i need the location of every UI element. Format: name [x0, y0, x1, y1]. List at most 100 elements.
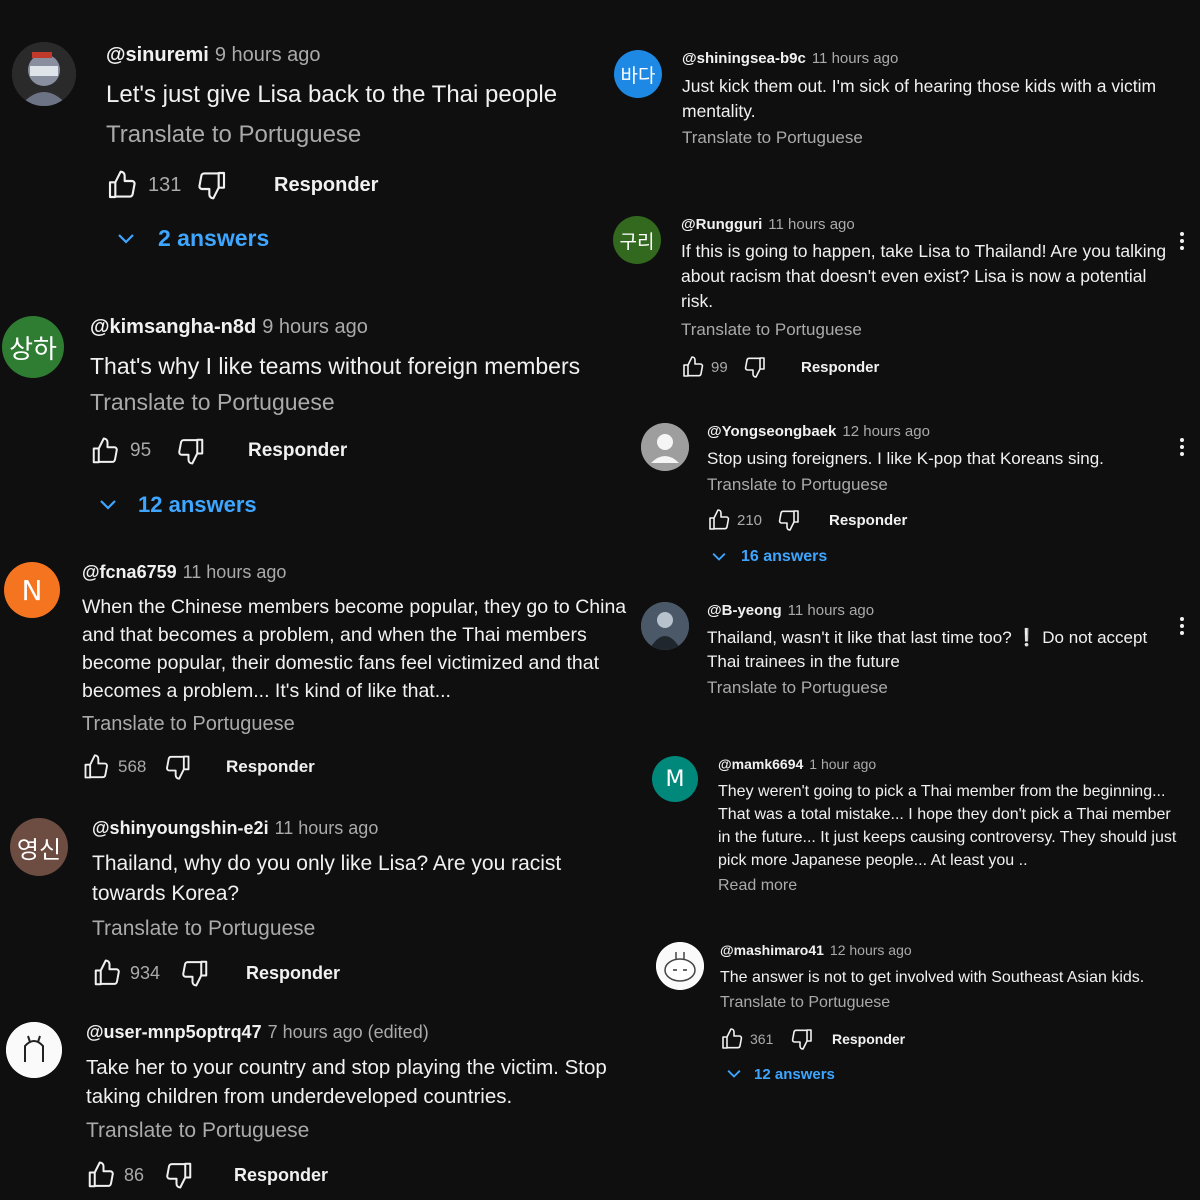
comment-author[interactable]: @mashimaro41: [720, 942, 824, 958]
like-button[interactable]: [82, 753, 110, 781]
translate-link[interactable]: Translate to Portuguese: [707, 475, 1177, 495]
avatar-initials: 상하: [9, 334, 57, 365]
comment-time[interactable]: 9 hours ago: [262, 316, 368, 338]
avatar[interactable]: 영신: [10, 818, 68, 876]
more-options-icon[interactable]: [1180, 617, 1184, 635]
dislike-button[interactable]: [164, 1160, 194, 1190]
translate-link[interactable]: Translate to Portuguese: [86, 1119, 631, 1143]
comment-author[interactable]: @mamk6694: [718, 756, 803, 772]
more-options-icon[interactable]: [1180, 438, 1184, 456]
avatar-initials: 구리: [619, 230, 655, 253]
dislike-button[interactable]: [180, 958, 210, 988]
comment-time[interactable]: 11 hours ago: [183, 562, 287, 582]
replies-toggle[interactable]: 16 answers: [709, 547, 1177, 567]
reply-button[interactable]: Responder: [234, 1165, 328, 1186]
reply-button[interactable]: Responder: [226, 757, 315, 777]
translate-link[interactable]: Translate to Portuguese: [682, 128, 1182, 148]
avatar-image-icon: [12, 42, 76, 106]
avatar[interactable]: M: [652, 756, 698, 802]
dislike-button[interactable]: [164, 753, 192, 781]
like-count: 131: [148, 173, 182, 196]
dislike-button[interactable]: [743, 355, 767, 379]
comment-author[interactable]: @B-yeong: [707, 602, 782, 619]
reply-button[interactable]: Responder: [829, 512, 907, 529]
avatar[interactable]: 바다: [614, 50, 662, 98]
replies-toggle[interactable]: 12 answers: [724, 1064, 1180, 1084]
avatar-image-icon: [656, 942, 704, 990]
avatar[interactable]: [6, 1022, 62, 1078]
replies-count: 16 answers: [741, 548, 828, 565]
replies-toggle[interactable]: 12 answers: [96, 492, 620, 518]
translate-link[interactable]: Translate to Portuguese: [82, 713, 627, 736]
chevron-down-icon: [114, 227, 138, 251]
comment-author[interactable]: @shinyoungshin-e2i: [92, 818, 269, 838]
avatar[interactable]: 구리: [613, 216, 661, 264]
like-count: 361: [750, 1031, 774, 1047]
reply-button[interactable]: Responder: [801, 359, 879, 376]
comment-time[interactable]: 11 hours ago: [788, 602, 874, 619]
comment-text: Thailand, why do you only like Lisa? Are…: [92, 852, 562, 905]
reply-button[interactable]: Responder: [274, 174, 378, 197]
dislike-button[interactable]: [196, 169, 228, 201]
comment-text: If this is going to happen, take Lisa to…: [681, 241, 1167, 311]
like-button[interactable]: [92, 958, 122, 988]
avatar[interactable]: 상하: [2, 316, 64, 378]
dislike-button[interactable]: [176, 436, 206, 466]
avatar[interactable]: [641, 423, 689, 471]
like-button[interactable]: [90, 436, 120, 466]
comment-author[interactable]: @Yongseongbaek: [707, 423, 836, 440]
comment-author[interactable]: @fcna6759: [82, 562, 177, 582]
translate-link[interactable]: Translate to Portuguese: [106, 121, 626, 149]
comment-author[interactable]: @shiningsea-b9c: [682, 50, 806, 67]
like-button[interactable]: [707, 508, 731, 532]
replies-count: 12 answers: [138, 492, 257, 517]
reply-button[interactable]: Responder: [832, 1031, 905, 1047]
translate-link[interactable]: Translate to Portuguese: [92, 917, 637, 941]
avatar[interactable]: [641, 602, 689, 650]
comment-time[interactable]: 12 hours ago: [842, 423, 930, 440]
comment-time[interactable]: 1 hour ago: [809, 756, 876, 772]
dislike-button[interactable]: [777, 508, 801, 532]
avatar[interactable]: N: [4, 562, 60, 618]
avatar[interactable]: [12, 42, 76, 106]
replies-count: 2 answers: [158, 225, 270, 251]
like-button[interactable]: [720, 1027, 744, 1051]
comment-author[interactable]: @user-mnp5optrq47: [86, 1022, 262, 1042]
like-count: 99: [711, 358, 728, 376]
translate-link[interactable]: Translate to Portuguese: [707, 678, 1177, 698]
reply-button[interactable]: Responder: [248, 440, 347, 462]
comment-time[interactable]: 11 hours ago: [275, 818, 379, 838]
more-options-icon[interactable]: [1180, 232, 1184, 250]
comment-text: Stop using foreigners. I like K-pop that…: [707, 449, 1104, 468]
reply-button[interactable]: Responder: [246, 963, 340, 984]
comment-time[interactable]: 11 hours ago: [768, 216, 854, 233]
avatar-image-icon: [6, 1022, 62, 1078]
comment-text: Just kick them out. I'm sick of hearing …: [682, 76, 1157, 121]
comment-author[interactable]: @sinuremi: [106, 44, 209, 66]
avatar-initials: 바다: [620, 64, 656, 87]
comment-text: Let's just give Lisa back to the Thai pe…: [106, 81, 558, 108]
comment-author[interactable]: @kimsangha-n8d: [90, 316, 256, 338]
avatar-initials: M: [665, 766, 685, 792]
like-button[interactable]: [106, 169, 138, 201]
comment-time[interactable]: 9 hours ago: [215, 44, 321, 66]
comment-text: They weren't going to pick a Thai member…: [718, 783, 1177, 869]
read-more-link[interactable]: Read more: [718, 877, 1178, 895]
like-count: 210: [737, 511, 763, 529]
like-button[interactable]: [86, 1160, 116, 1190]
like-count: 95: [130, 440, 152, 461]
dislike-button[interactable]: [790, 1027, 814, 1051]
like-button[interactable]: [681, 355, 705, 379]
avatar-initials: N: [21, 573, 43, 607]
translate-link[interactable]: Translate to Portuguese: [681, 320, 1171, 340]
replies-toggle[interactable]: 2 answers: [114, 225, 626, 252]
comment-time[interactable]: 12 hours ago: [830, 942, 912, 958]
translate-link[interactable]: Translate to Portuguese: [90, 389, 620, 416]
translate-link[interactable]: Translate to Portuguese: [720, 994, 1180, 1012]
avatar-image-icon: [641, 602, 689, 650]
comment-author[interactable]: @Rungguri: [681, 216, 762, 233]
comment-text: Take her to your country and stop playin…: [86, 1056, 607, 1108]
comment-time[interactable]: 11 hours ago: [812, 50, 898, 67]
comment-time[interactable]: 7 hours ago (edited): [268, 1022, 429, 1042]
avatar[interactable]: [656, 942, 704, 990]
